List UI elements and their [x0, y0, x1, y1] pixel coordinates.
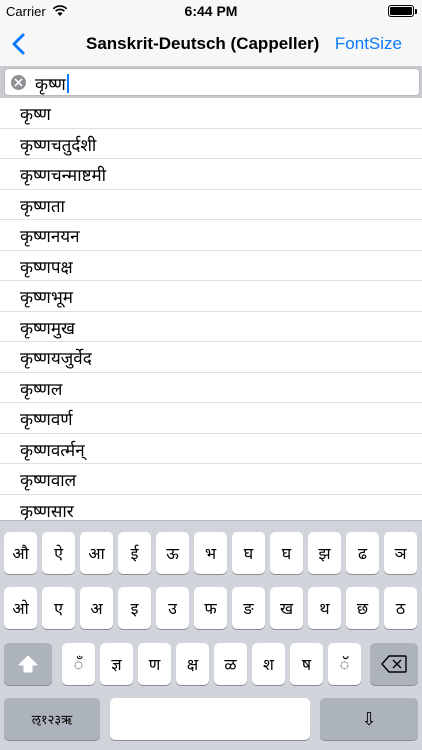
- key[interactable]: ॅ: [328, 643, 361, 685]
- key[interactable]: ढ: [346, 532, 379, 574]
- list-item[interactable]: कृष्णसार: [0, 495, 422, 521]
- key[interactable]: ञ: [384, 532, 417, 574]
- list-item-label: कृष्णमुख: [20, 318, 75, 339]
- keyboard: औ ऐ आ ई ऊ भ घ घ झ ढ ञ ओ ए अ इ उ फ ङ ख थ …: [0, 520, 422, 750]
- list-item[interactable]: कृष्णपक्ष: [0, 251, 422, 281]
- status-bar: Carrier 6:44 PM: [0, 0, 422, 22]
- keyboard-mode-key[interactable]: ऌ१२३ऋ: [4, 698, 100, 740]
- shift-key[interactable]: [4, 643, 52, 685]
- list-item[interactable]: कृष्णवर्त्मन्: [0, 434, 422, 464]
- key[interactable]: ऊ: [156, 532, 189, 574]
- list-item[interactable]: कृष्णनयन: [0, 220, 422, 251]
- list-item-label: कृष्णवर्त्मन्: [20, 440, 85, 461]
- list-item[interactable]: कृष्णवर्ण: [0, 403, 422, 434]
- search-value: कृष्ण: [35, 75, 66, 95]
- key[interactable]: उ: [156, 587, 189, 629]
- backspace-icon: [381, 655, 407, 673]
- list-item-label: कृष्णल: [20, 379, 63, 400]
- key[interactable]: थ: [308, 587, 341, 629]
- search-bar: कृष्ण: [0, 66, 422, 98]
- key[interactable]: क्ष: [176, 643, 209, 685]
- key[interactable]: आ: [80, 532, 113, 574]
- keyboard-row-2: ओ ए अ इ उ फ ङ ख थ छ ठ: [0, 587, 422, 629]
- key[interactable]: घ: [232, 532, 265, 574]
- key[interactable]: श: [252, 643, 285, 685]
- key[interactable]: ङ: [232, 587, 265, 629]
- list-item-label: कृष्णभूम: [20, 288, 73, 308]
- list-item[interactable]: कृष्णमुख: [0, 312, 422, 342]
- key[interactable]: ज्ञ: [100, 643, 133, 685]
- list-item-label: कृष्णपक्ष: [20, 257, 73, 278]
- search-input[interactable]: कृष्ण: [4, 68, 420, 96]
- list-item-label: कृष्णता: [20, 196, 65, 217]
- list-item[interactable]: कृष्णल: [0, 373, 422, 403]
- key[interactable]: इ: [118, 587, 151, 629]
- clock: 6:44 PM: [184, 3, 238, 19]
- list-item[interactable]: कृष्णवाल: [0, 464, 422, 495]
- key[interactable]: अ: [80, 587, 113, 629]
- key[interactable]: ळ: [214, 643, 247, 685]
- results-list: कृष्ण कृष्णचतुर्दशी कृष्णचन्माष्टमी कृष्…: [0, 98, 422, 520]
- list-item[interactable]: कृष्णयजुर्वेद: [0, 342, 422, 373]
- list-item-label: कृष्णचतुर्दशी: [20, 135, 97, 156]
- list-item[interactable]: कृष्णता: [0, 190, 422, 220]
- list-item[interactable]: कृष्णभूम: [0, 281, 422, 312]
- space-key[interactable]: [110, 698, 310, 740]
- key[interactable]: घ: [270, 532, 303, 574]
- text-caret: [66, 74, 69, 93]
- key[interactable]: ए: [42, 587, 75, 629]
- list-item-label: कृष्णचन्माष्टमी: [20, 166, 107, 186]
- navigation-bar: Sanskrit-Deutsch (Cappeller) FontSize: [0, 22, 422, 66]
- shift-icon: [18, 655, 38, 673]
- key[interactable]: झ: [308, 532, 341, 574]
- key[interactable]: ठ: [384, 587, 417, 629]
- back-chevron-icon[interactable]: [8, 30, 32, 58]
- key[interactable]: ऐ: [42, 532, 75, 574]
- key[interactable]: ष: [290, 643, 323, 685]
- list-item[interactable]: कृष्ण: [0, 98, 422, 129]
- key[interactable]: भ: [194, 532, 227, 574]
- key[interactable]: ई: [118, 532, 151, 574]
- key[interactable]: औ: [4, 532, 37, 574]
- clear-icon[interactable]: [11, 75, 26, 90]
- key[interactable]: ख: [270, 587, 303, 629]
- keyboard-row-3: ँ ज्ञ ण क्ष ळ श ष ॅ: [0, 643, 422, 685]
- list-item-label: कृष्णयजुर्वेद: [20, 349, 92, 369]
- key[interactable]: ँ: [62, 643, 95, 685]
- key[interactable]: ओ: [4, 587, 37, 629]
- battery-icon: [388, 5, 417, 17]
- key[interactable]: छ: [346, 587, 379, 629]
- keyboard-row-4: ऌ१२३ऋ ⇩: [0, 698, 422, 740]
- font-size-button[interactable]: FontSize: [335, 34, 402, 54]
- keyboard-row-1: औ ऐ आ ई ऊ भ घ घ झ ढ ञ: [0, 532, 422, 574]
- search-text: कृष्ण: [35, 72, 69, 95]
- list-item-label: कृष्णवर्ण: [20, 410, 73, 430]
- list-item[interactable]: कृष्णचन्माष्टमी: [0, 159, 422, 190]
- key[interactable]: ण: [138, 643, 171, 685]
- list-item-label: कृष्णनयन: [20, 227, 80, 247]
- page-title: Sanskrit-Deutsch (Cappeller): [86, 34, 320, 53]
- return-key[interactable]: ⇩: [320, 698, 418, 740]
- list-item-label: कृष्णवाल: [20, 471, 77, 491]
- list-item-label: कृष्ण: [20, 105, 51, 125]
- list-item-label: कृष्णसार: [20, 501, 74, 521]
- key[interactable]: फ: [194, 587, 227, 629]
- delete-key[interactable]: [370, 643, 418, 685]
- list-item[interactable]: कृष्णचतुर्दशी: [0, 129, 422, 159]
